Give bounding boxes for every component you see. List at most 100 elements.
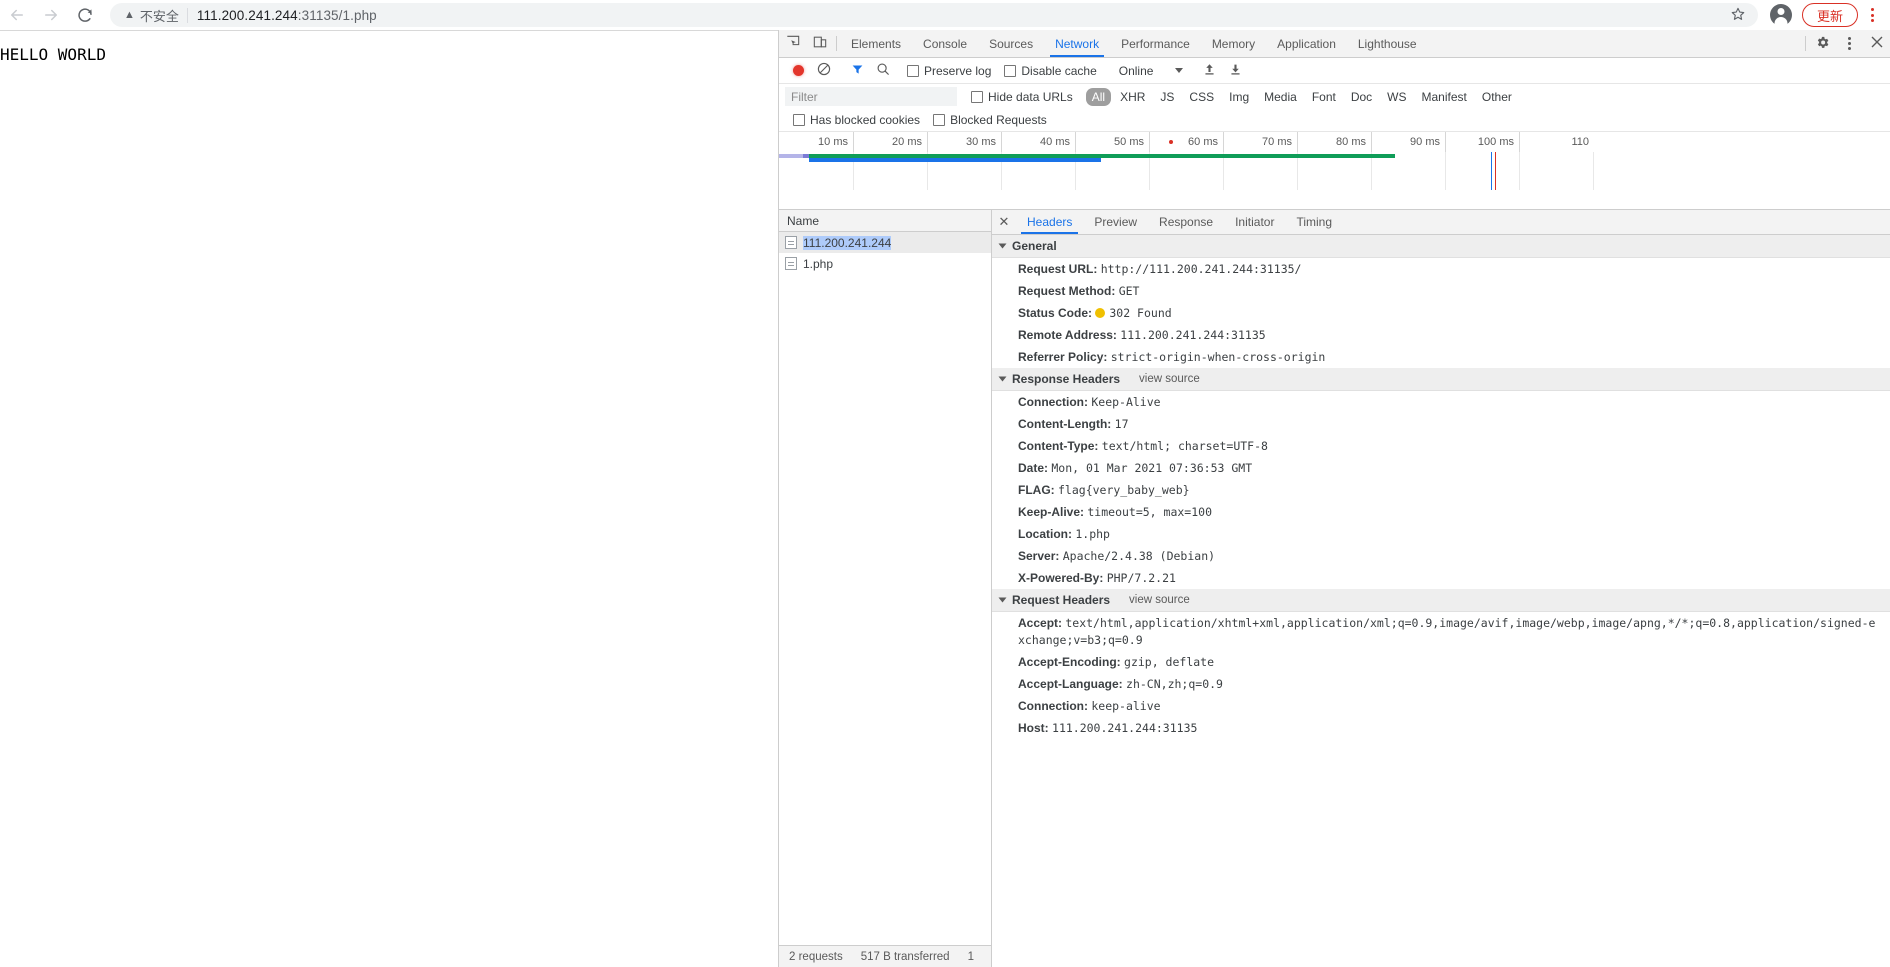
- import-har-button[interactable]: [1196, 58, 1222, 84]
- section-header-general[interactable]: General: [992, 235, 1890, 258]
- export-har-button[interactable]: [1222, 58, 1248, 84]
- has-blocked-cookies-label: Has blocked cookies: [810, 113, 921, 127]
- header-key: Accept:: [1018, 615, 1063, 630]
- header-value: GET: [1118, 283, 1140, 298]
- type-filter-all[interactable]: All: [1085, 87, 1112, 106]
- type-filter-font[interactable]: Font: [1306, 88, 1342, 106]
- tab-performance[interactable]: Performance: [1110, 30, 1201, 57]
- transferred-size: 517 B transferred: [860, 950, 950, 963]
- view-source-link[interactable]: view source: [1129, 594, 1190, 606]
- profile-avatar[interactable]: [1769, 4, 1792, 26]
- header-value: 111.200.241.244:31135: [1120, 327, 1266, 342]
- tick-30ms: 30 ms: [928, 132, 1002, 152]
- clear-button[interactable]: [811, 58, 837, 84]
- type-filter-img[interactable]: Img: [1223, 88, 1255, 106]
- reload-button[interactable]: [68, 0, 102, 30]
- filter-button[interactable]: [844, 58, 870, 84]
- tick-90ms: 90 ms: [1372, 132, 1446, 152]
- type-filter-doc[interactable]: Doc: [1345, 88, 1378, 106]
- type-filter-css[interactable]: CSS: [1183, 88, 1220, 106]
- network-filter-row: Hide data URLs All XHR JS CSS Img Media …: [779, 84, 1890, 109]
- tab-sources[interactable]: Sources: [978, 30, 1044, 57]
- preserve-log-checkbox[interactable]: Preserve log: [907, 64, 991, 78]
- address-bar[interactable]: ▲ 不安全 111.200.241.244:31135/1.php: [110, 3, 1758, 27]
- tick-70ms: 70 ms: [1224, 132, 1298, 152]
- forward-button[interactable]: [34, 0, 68, 30]
- detail-tab-response[interactable]: Response: [1148, 210, 1224, 234]
- tab-network[interactable]: Network: [1044, 30, 1110, 57]
- type-filter-js[interactable]: JS: [1154, 88, 1180, 106]
- chrome-menu-icon[interactable]: [1858, 0, 1886, 30]
- inspect-element-button[interactable]: [779, 30, 806, 57]
- tab-lighthouse[interactable]: Lighthouse: [1347, 30, 1428, 57]
- request-row-1[interactable]: 1.php: [779, 253, 991, 274]
- section-header-response-headers[interactable]: Response Headers view source: [992, 368, 1890, 391]
- reload-icon: [76, 6, 94, 24]
- network-overview-timeline[interactable]: 10 ms 20 ms 30 ms 40 ms 50 ms 60 ms 70 m…: [779, 132, 1890, 210]
- header-value: Keep-Alive: [1091, 394, 1161, 409]
- dom-content-loaded-line-red: [1495, 152, 1496, 190]
- header-value: text/html; charset=UTF-8: [1101, 438, 1268, 453]
- blocked-requests-checkbox[interactable]: Blocked Requests: [933, 113, 1047, 127]
- requests-column-header[interactable]: Name: [779, 210, 991, 232]
- settings-button[interactable]: [1809, 30, 1836, 57]
- header-key: Remote Address:: [1018, 327, 1117, 342]
- update-button[interactable]: 更新: [1801, 3, 1858, 27]
- header-row: Referrer Policy: strict-origin-when-cros…: [992, 346, 1890, 368]
- tab-elements[interactable]: Elements: [840, 30, 912, 57]
- overview-bar-blue: [809, 158, 1101, 162]
- type-filter-xhr[interactable]: XHR: [1114, 88, 1151, 106]
- section-header-request-headers[interactable]: Request Headers view source: [992, 589, 1890, 612]
- tab-application[interactable]: Application: [1266, 30, 1347, 57]
- disable-cache-label: Disable cache: [1021, 63, 1097, 78]
- search-button[interactable]: [870, 58, 896, 84]
- detail-tab-headers[interactable]: Headers: [1016, 210, 1083, 234]
- type-filter-other[interactable]: Other: [1476, 88, 1518, 106]
- has-blocked-cookies-checkbox[interactable]: Has blocked cookies: [793, 113, 920, 127]
- dom-content-loaded-marker: [1169, 140, 1173, 144]
- bookmark-star-icon[interactable]: [1730, 6, 1746, 25]
- detail-tab-preview[interactable]: Preview: [1083, 210, 1148, 234]
- filter-input[interactable]: [785, 87, 957, 106]
- header-key: Location:: [1018, 526, 1072, 541]
- back-arrow-icon: [8, 6, 26, 24]
- detail-tab-timing[interactable]: Timing: [1285, 210, 1343, 234]
- header-row-status: Status Code: 302 Found: [992, 302, 1890, 324]
- header-key: Date:: [1018, 460, 1049, 475]
- type-filter-manifest[interactable]: Manifest: [1416, 88, 1473, 106]
- back-button[interactable]: [0, 0, 34, 30]
- disable-cache-checkbox[interactable]: Disable cache: [1004, 63, 1097, 78]
- url-text: 111.200.241.244:31135/1.php: [197, 8, 377, 23]
- detail-close-button[interactable]: ✕: [992, 210, 1016, 234]
- type-filter-ws[interactable]: WS: [1381, 88, 1412, 106]
- request-name: 111.200.241.244: [803, 235, 892, 250]
- import-har-icon: [1203, 63, 1216, 79]
- device-toolbar-button[interactable]: [806, 30, 833, 57]
- header-row: Request Method: GET: [992, 280, 1890, 302]
- detail-tabbar: ✕ Headers Preview Response Initiator Tim…: [992, 210, 1890, 235]
- detail-tab-initiator[interactable]: Initiator: [1224, 210, 1285, 234]
- filter-funnel-icon: [851, 63, 864, 79]
- forward-arrow-icon: [42, 6, 60, 24]
- type-filter-media[interactable]: Media: [1258, 88, 1303, 106]
- throttling-dropdown[interactable]: Online: [1113, 64, 1190, 78]
- tab-console[interactable]: Console: [912, 30, 978, 57]
- view-source-link[interactable]: view source: [1139, 373, 1200, 385]
- browser-toolbar: ▲ 不安全 111.200.241.244:31135/1.php 更新: [0, 0, 1890, 30]
- devtools-close-button[interactable]: [1863, 30, 1890, 57]
- security-chip[interactable]: ▲ 不安全: [124, 6, 179, 25]
- tab-memory[interactable]: Memory: [1201, 30, 1266, 57]
- hide-data-urls-checkbox[interactable]: Hide data URLs: [971, 90, 1073, 104]
- blocked-requests-label: Blocked Requests: [950, 113, 1047, 127]
- devtools-more-button[interactable]: [1836, 30, 1863, 57]
- document-icon: [785, 257, 797, 270]
- checkbox-box: [793, 114, 805, 126]
- timeline-ruler: 10 ms 20 ms 30 ms 40 ms 50 ms 60 ms 70 m…: [779, 132, 1890, 152]
- request-row-0[interactable]: 111.200.241.244: [779, 232, 991, 253]
- chevron-down-icon: [1175, 68, 1184, 73]
- header-value: gzip, deflate: [1124, 654, 1215, 669]
- header-key: Host:: [1018, 720, 1049, 735]
- tab-label: Headers: [1027, 215, 1073, 229]
- chevron-down-icon: [998, 597, 1007, 603]
- record-button[interactable]: [785, 58, 811, 84]
